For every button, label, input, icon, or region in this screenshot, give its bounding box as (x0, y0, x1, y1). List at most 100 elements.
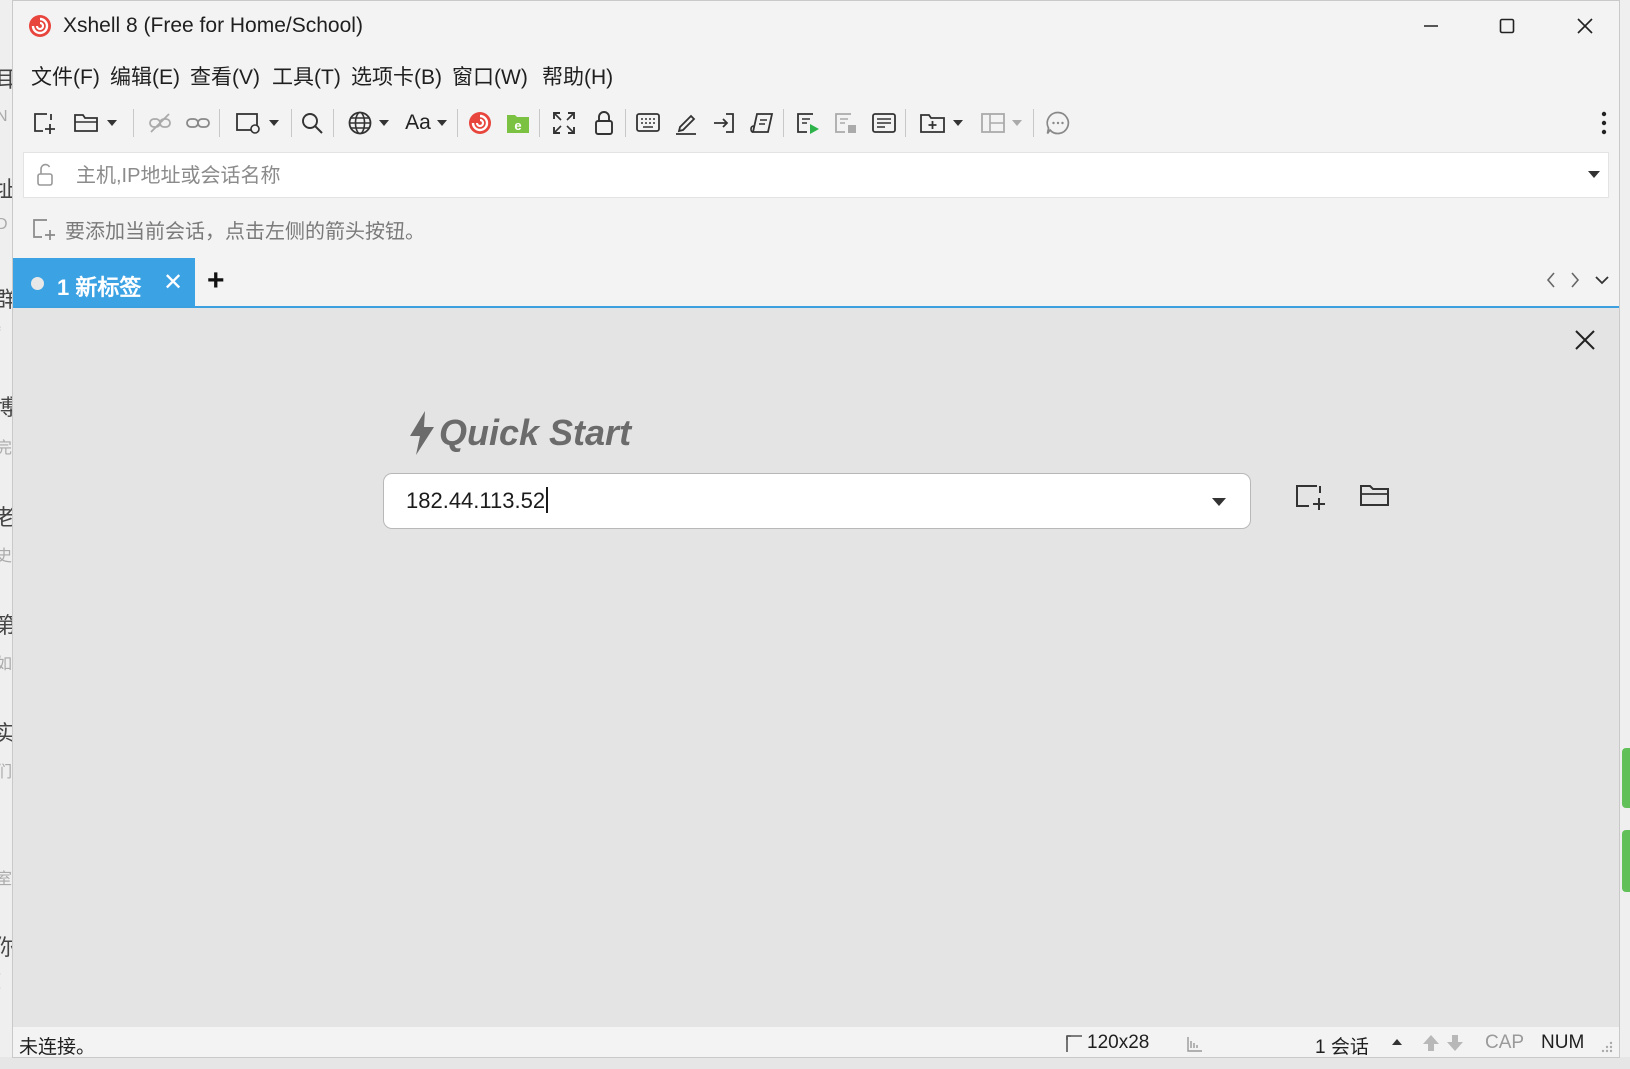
record-button[interactable] (793, 107, 823, 139)
terminal-size-icon (1066, 1035, 1082, 1052)
quick-start-close-button[interactable] (1573, 328, 1597, 357)
chat-icon (1046, 111, 1070, 135)
more-icon (1601, 111, 1607, 135)
host-address-input[interactable] (74, 160, 1518, 192)
address-bar (23, 152, 1609, 198)
session-list-up-icon[interactable] (1392, 1039, 1402, 1045)
layout-button[interactable] (973, 107, 1029, 139)
transfer-button[interactable] (709, 107, 739, 139)
log-icon (872, 113, 896, 133)
highlight-button[interactable] (671, 107, 701, 139)
lightning-icon (410, 411, 434, 455)
address-dropdown-button[interactable] (1588, 171, 1600, 178)
title-bar[interactable]: Xshell 8 (Free for Home/School) (13, 1, 1619, 51)
stop-record-icon (835, 113, 856, 133)
unlock-icon (37, 163, 53, 186)
highlight-icon (676, 114, 696, 135)
maximize-button[interactable] (1483, 9, 1531, 43)
background-app-strip: 耳N 址D 群f 博完 老史 第如 实们 室 你[ (0, 0, 12, 1069)
svg-text:e: e (514, 118, 521, 133)
add-session-icon[interactable] (31, 217, 57, 241)
compose-bar-button[interactable] (633, 107, 663, 139)
add-tab-button[interactable]: + (207, 264, 225, 298)
session-properties-icon (236, 113, 260, 134)
menu-tabs[interactable]: 选项卡(B) (351, 61, 442, 91)
tab-list-chevron-icon[interactable] (1593, 270, 1611, 296)
menu-bar: 文件(F) 编辑(E) 查看(V) 工具(T) 选项卡(B) 窗口(W) 帮助(… (13, 53, 1619, 93)
num-lock-indicator: NUM (1541, 1032, 1585, 1053)
new-session-icon (1296, 485, 1325, 510)
xftp-icon: e (507, 115, 529, 133)
transfer-icon (714, 113, 734, 133)
menu-file[interactable]: 文件(F) (31, 61, 100, 91)
toolbar: Aa e (13, 97, 1619, 147)
quick-start-host-value: 182.44.113.52 (406, 487, 548, 514)
close-window-button[interactable] (1561, 9, 1609, 43)
quick-start-dropdown-icon[interactable] (1212, 498, 1226, 506)
cursor-position-icon (1187, 1037, 1202, 1052)
resize-grip-icon[interactable] (1599, 1039, 1613, 1053)
fullscreen-icon (553, 112, 575, 134)
encoding-button[interactable] (343, 107, 393, 139)
close-icon (1575, 330, 1595, 350)
menu-tools[interactable]: 工具(T) (272, 61, 341, 91)
find-icon (302, 113, 323, 134)
add-session-hint: 要添加当前会话，点击左侧的箭头按钮。 (31, 214, 425, 244)
quick-start-new-session-button[interactable] (1293, 480, 1327, 517)
lock-icon (595, 111, 613, 135)
script-button[interactable] (747, 107, 777, 139)
tab-close-icon[interactable]: ✕ (163, 268, 183, 297)
disconnect-icon (149, 113, 171, 133)
terminal-size: 120x28 (1087, 1032, 1150, 1053)
status-bar: 未连接。 120x28 1 会话 CAP NUM (13, 1027, 1619, 1058)
tab-prev-icon[interactable] (1545, 270, 1557, 296)
menu-edit[interactable]: 编辑(E) (110, 61, 180, 91)
tab-next-icon[interactable] (1569, 270, 1581, 296)
xftp-button[interactable]: e (503, 107, 533, 139)
background-green-tab (1622, 748, 1630, 808)
find-button[interactable] (297, 107, 327, 139)
stop-record-button[interactable] (831, 107, 861, 139)
upload-arrow-icon (1423, 1035, 1439, 1051)
open-session-icon (74, 114, 98, 132)
reconnect-button[interactable] (183, 107, 213, 139)
chat-button[interactable] (1043, 107, 1073, 139)
new-tab-group-button[interactable] (913, 107, 969, 139)
terminal-area: Quick Start 182.44.113.52 (13, 308, 1619, 1027)
toolbar-more-button[interactable] (1597, 107, 1611, 139)
quick-start-host-field[interactable]: 182.44.113.52 (383, 473, 1251, 529)
xshell-logo-icon (29, 15, 51, 37)
download-arrow-icon (1447, 1035, 1463, 1051)
tab-new-tab[interactable]: 1 新标签 ✕ (13, 258, 195, 306)
font-button[interactable]: Aa (401, 107, 451, 139)
hint-text: 要添加当前会话，点击左侧的箭头按钮。 (65, 220, 425, 243)
new-session-button[interactable] (29, 107, 59, 139)
xshell-logo-icon (469, 112, 491, 134)
tab-bar: 1 新标签 ✕ + (13, 258, 1619, 308)
tab-label: 1 新标签 (57, 275, 142, 300)
compose-bar-icon (636, 113, 660, 132)
quick-start-title: Quick Start (439, 412, 632, 453)
lock-button[interactable] (589, 107, 619, 139)
menu-window[interactable]: 窗口(W) (452, 61, 528, 91)
background-right-strip (1620, 0, 1630, 1069)
xshell-button[interactable] (465, 107, 495, 139)
new-tab-group-icon (920, 114, 945, 133)
xshell-window: Xshell 8 (Free for Home/School) 文件(F) 编辑… (12, 0, 1620, 1058)
minimize-button[interactable] (1407, 9, 1455, 43)
disconnect-button[interactable] (145, 107, 175, 139)
window-title: Xshell 8 (Free for Home/School) (63, 14, 363, 37)
quick-start-open-session-button[interactable] (1358, 480, 1392, 515)
font-icon: Aa (405, 111, 431, 134)
session-properties-button[interactable] (229, 107, 285, 139)
new-session-icon (34, 113, 55, 134)
log-button[interactable] (869, 107, 899, 139)
fullscreen-button[interactable] (549, 107, 579, 139)
caps-lock-indicator: CAP (1485, 1032, 1525, 1053)
open-session-button[interactable] (67, 107, 123, 139)
open-folder-icon (1360, 485, 1389, 506)
background-bottom-strip (0, 1057, 1630, 1069)
menu-view[interactable]: 查看(V) (190, 61, 260, 91)
record-icon (797, 113, 819, 134)
menu-help[interactable]: 帮助(H) (542, 61, 613, 91)
